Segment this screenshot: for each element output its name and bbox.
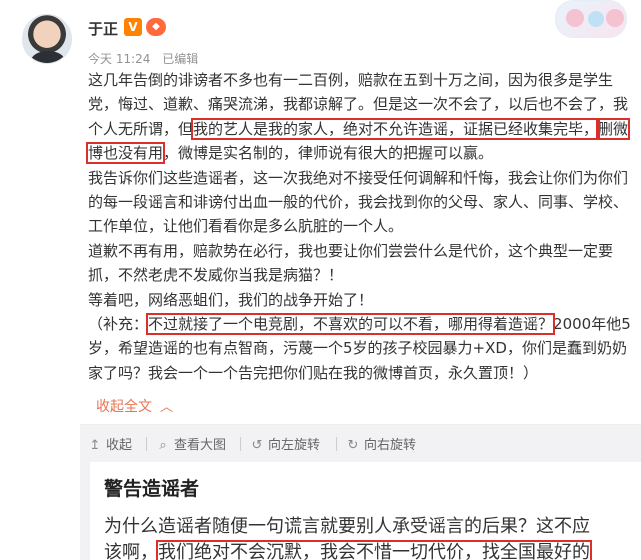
- paragraph: 道歉不再有用，赔款势在必行，我也要让你们尝尝什么是代价，这个典型一定要抓，不然老…: [88, 241, 614, 285]
- paragraph: 等着吧，网络恶蛆们，我们的战争开始了！: [88, 290, 374, 309]
- collapse-text-link[interactable]: 收起全文 ︿: [96, 396, 173, 416]
- text-segment: （补充：: [88, 315, 149, 334]
- rotate-left-icon: ↺: [251, 438, 263, 453]
- edited-label: 已编辑: [162, 52, 199, 66]
- username[interactable]: 于正: [88, 18, 118, 39]
- post-meta: 今天 11:24 已编辑: [88, 50, 206, 67]
- rotate-left-button[interactable]: ↺ 向左旋转: [250, 434, 320, 453]
- paragraph: 这几年告倒的诽谤者不多也有一二百例，赔款在五到十万之间，因为很多是学生党，悔过、…: [85, 68, 636, 166]
- member-level-icon: ◆: [146, 18, 166, 36]
- sticker-face-icon: [588, 11, 604, 27]
- highlighted-text: 不过就接了一个电竞剧，不喜欢的可以不看，哪用得着造谣？: [146, 313, 556, 336]
- image-text-line: 为什么造谣者随便一句谎言就要别人承受谣言的后果？这不应: [104, 516, 590, 537]
- verified-badge-icon: V: [124, 18, 142, 36]
- image-text-line: 该啊，我们绝对不会沉默，我会不惜一切代价，找全国最好的: [104, 538, 592, 560]
- sticker-face-icon: [566, 9, 584, 27]
- tool-label: 向左旋转: [268, 438, 321, 453]
- post-time[interactable]: 今天 11:24: [88, 52, 150, 66]
- paragraph: （补充：不过就接了一个电竞剧，不喜欢的可以不看，哪用得着造谣？2000年他5岁，…: [88, 312, 636, 385]
- text-segment: ，微博是实名制的，律师说有很大的把握可以赢。: [163, 144, 494, 163]
- divider: [146, 437, 147, 451]
- tool-label: 收起: [106, 438, 133, 453]
- sticker-face-icon: [606, 9, 624, 27]
- view-large-button[interactable]: ⌕ 查看大图: [156, 434, 226, 453]
- collapse-label: 收起全文: [96, 399, 152, 415]
- collapse-image-button[interactable]: ↥ 收起: [88, 434, 132, 453]
- paragraph: 我告诉你们这些造谣者，这一次我绝对不接受任何调解和忏悔，我会让你们为你们的每一段…: [88, 168, 629, 236]
- tool-label: 向右旋转: [364, 438, 417, 453]
- highlighted-text: 我的艺人是我的家人，绝对不允许造谣，证据已经收集完毕，: [191, 117, 601, 140]
- divider: [240, 437, 241, 451]
- image-title: 警告造谣者: [104, 478, 200, 500]
- collapse-icon: ↥: [89, 438, 101, 453]
- text-segment: 该啊，: [104, 542, 158, 560]
- decoration-sticker-icon: [555, 0, 627, 38]
- rotate-right-button[interactable]: ↻ 向右旋转: [346, 434, 416, 453]
- avatar[interactable]: [22, 14, 72, 64]
- search-icon: ⌕: [159, 438, 167, 453]
- divider: [336, 437, 337, 451]
- highlighted-text: 我们绝对不会沉默，我会不惜一切代价，找全国最好的: [156, 540, 592, 560]
- chevron-up-icon: ︿: [160, 400, 174, 415]
- weibo-post: 于正 V ◆ 今天 11:24 已编辑 这几年告倒的诽谤者不多也有一二百例，赔款…: [0, 0, 641, 560]
- rotate-right-icon: ↻: [347, 438, 359, 453]
- tool-label: 查看大图: [174, 438, 227, 453]
- post-content: 这几年告倒的诽谤者不多也有一二百例，赔款在五到十万之间，因为很多是学生党，悔过、…: [85, 68, 636, 385]
